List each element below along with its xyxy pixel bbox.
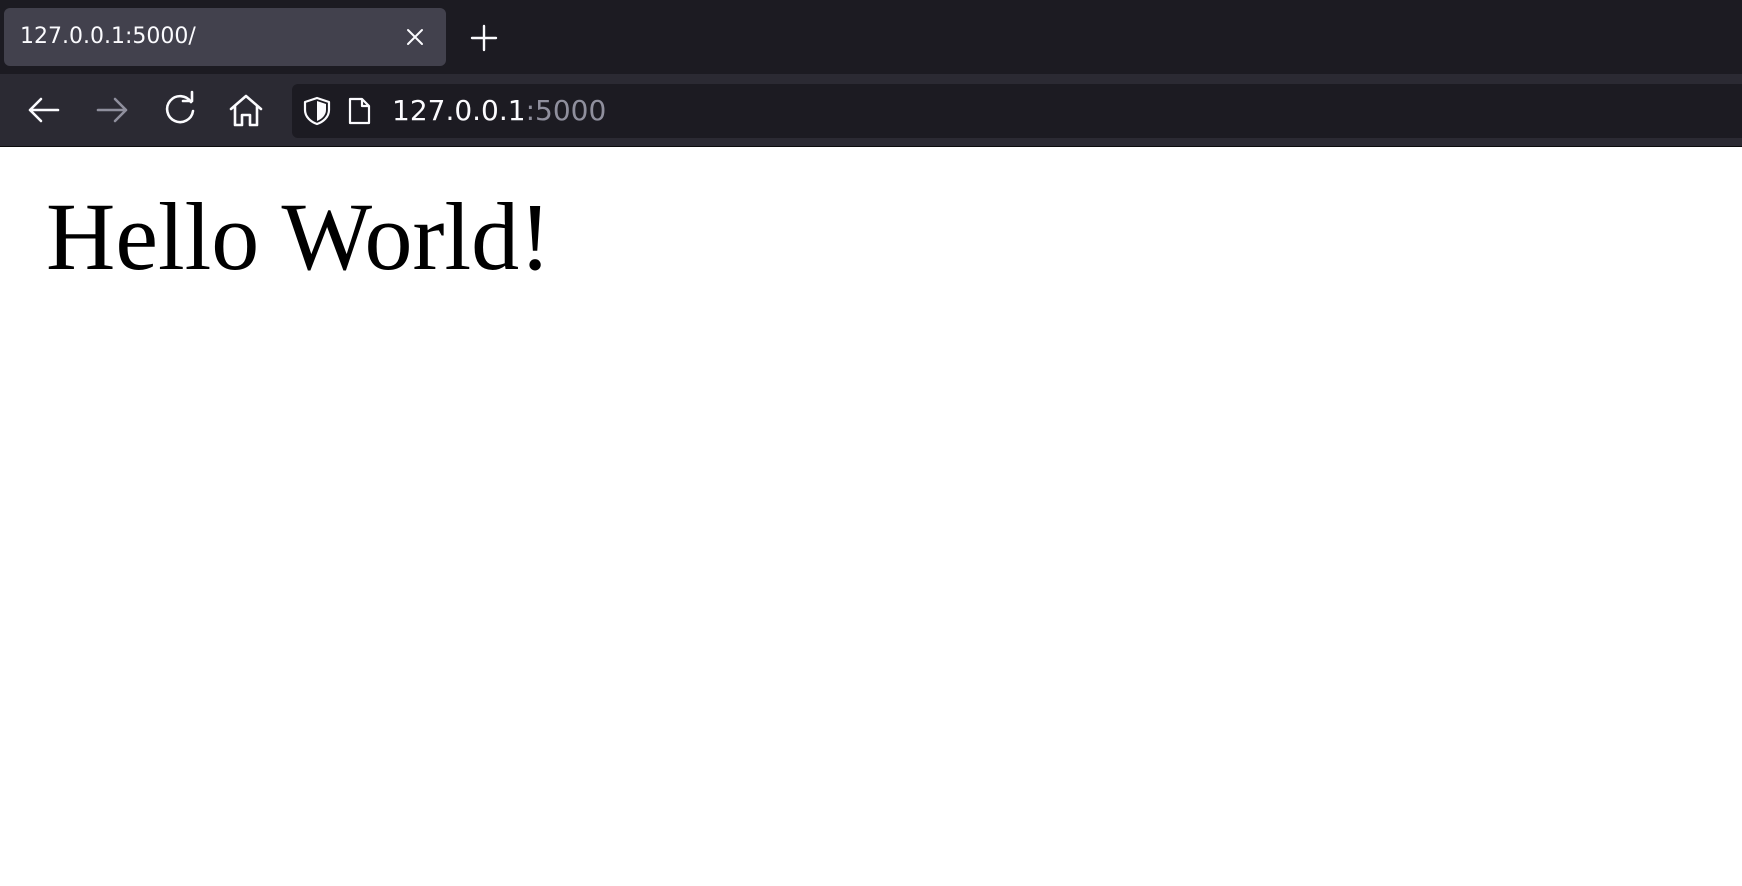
forward-button[interactable] bbox=[90, 88, 134, 132]
arrow-right-icon bbox=[96, 97, 128, 123]
url-host: 127.0.0.1 bbox=[392, 94, 526, 127]
tab-strip: 127.0.0.1:5000/ bbox=[0, 0, 1742, 74]
browser-tab[interactable]: 127.0.0.1:5000/ bbox=[4, 8, 446, 66]
url-text[interactable]: 127.0.0.1:5000 bbox=[392, 84, 606, 138]
page-heading: Hello World! bbox=[46, 183, 552, 290]
navigation-toolbar: 127.0.0.1:5000 bbox=[0, 74, 1742, 146]
url-port: :5000 bbox=[525, 94, 607, 127]
reload-button[interactable] bbox=[158, 88, 202, 132]
arrow-left-icon bbox=[28, 97, 60, 123]
home-icon bbox=[229, 94, 263, 127]
close-icon[interactable] bbox=[400, 22, 430, 52]
new-tab-button[interactable] bbox=[466, 20, 502, 56]
page-content: Hello World! bbox=[0, 146, 1742, 886]
page-icon[interactable] bbox=[344, 96, 374, 126]
home-button[interactable] bbox=[224, 88, 268, 132]
plus-icon bbox=[470, 24, 498, 52]
back-button[interactable] bbox=[22, 88, 66, 132]
reload-icon bbox=[165, 90, 195, 124]
tab-title: 127.0.0.1:5000/ bbox=[20, 24, 196, 49]
shield-icon[interactable] bbox=[302, 96, 332, 126]
address-bar[interactable]: 127.0.0.1:5000 bbox=[292, 84, 1742, 138]
